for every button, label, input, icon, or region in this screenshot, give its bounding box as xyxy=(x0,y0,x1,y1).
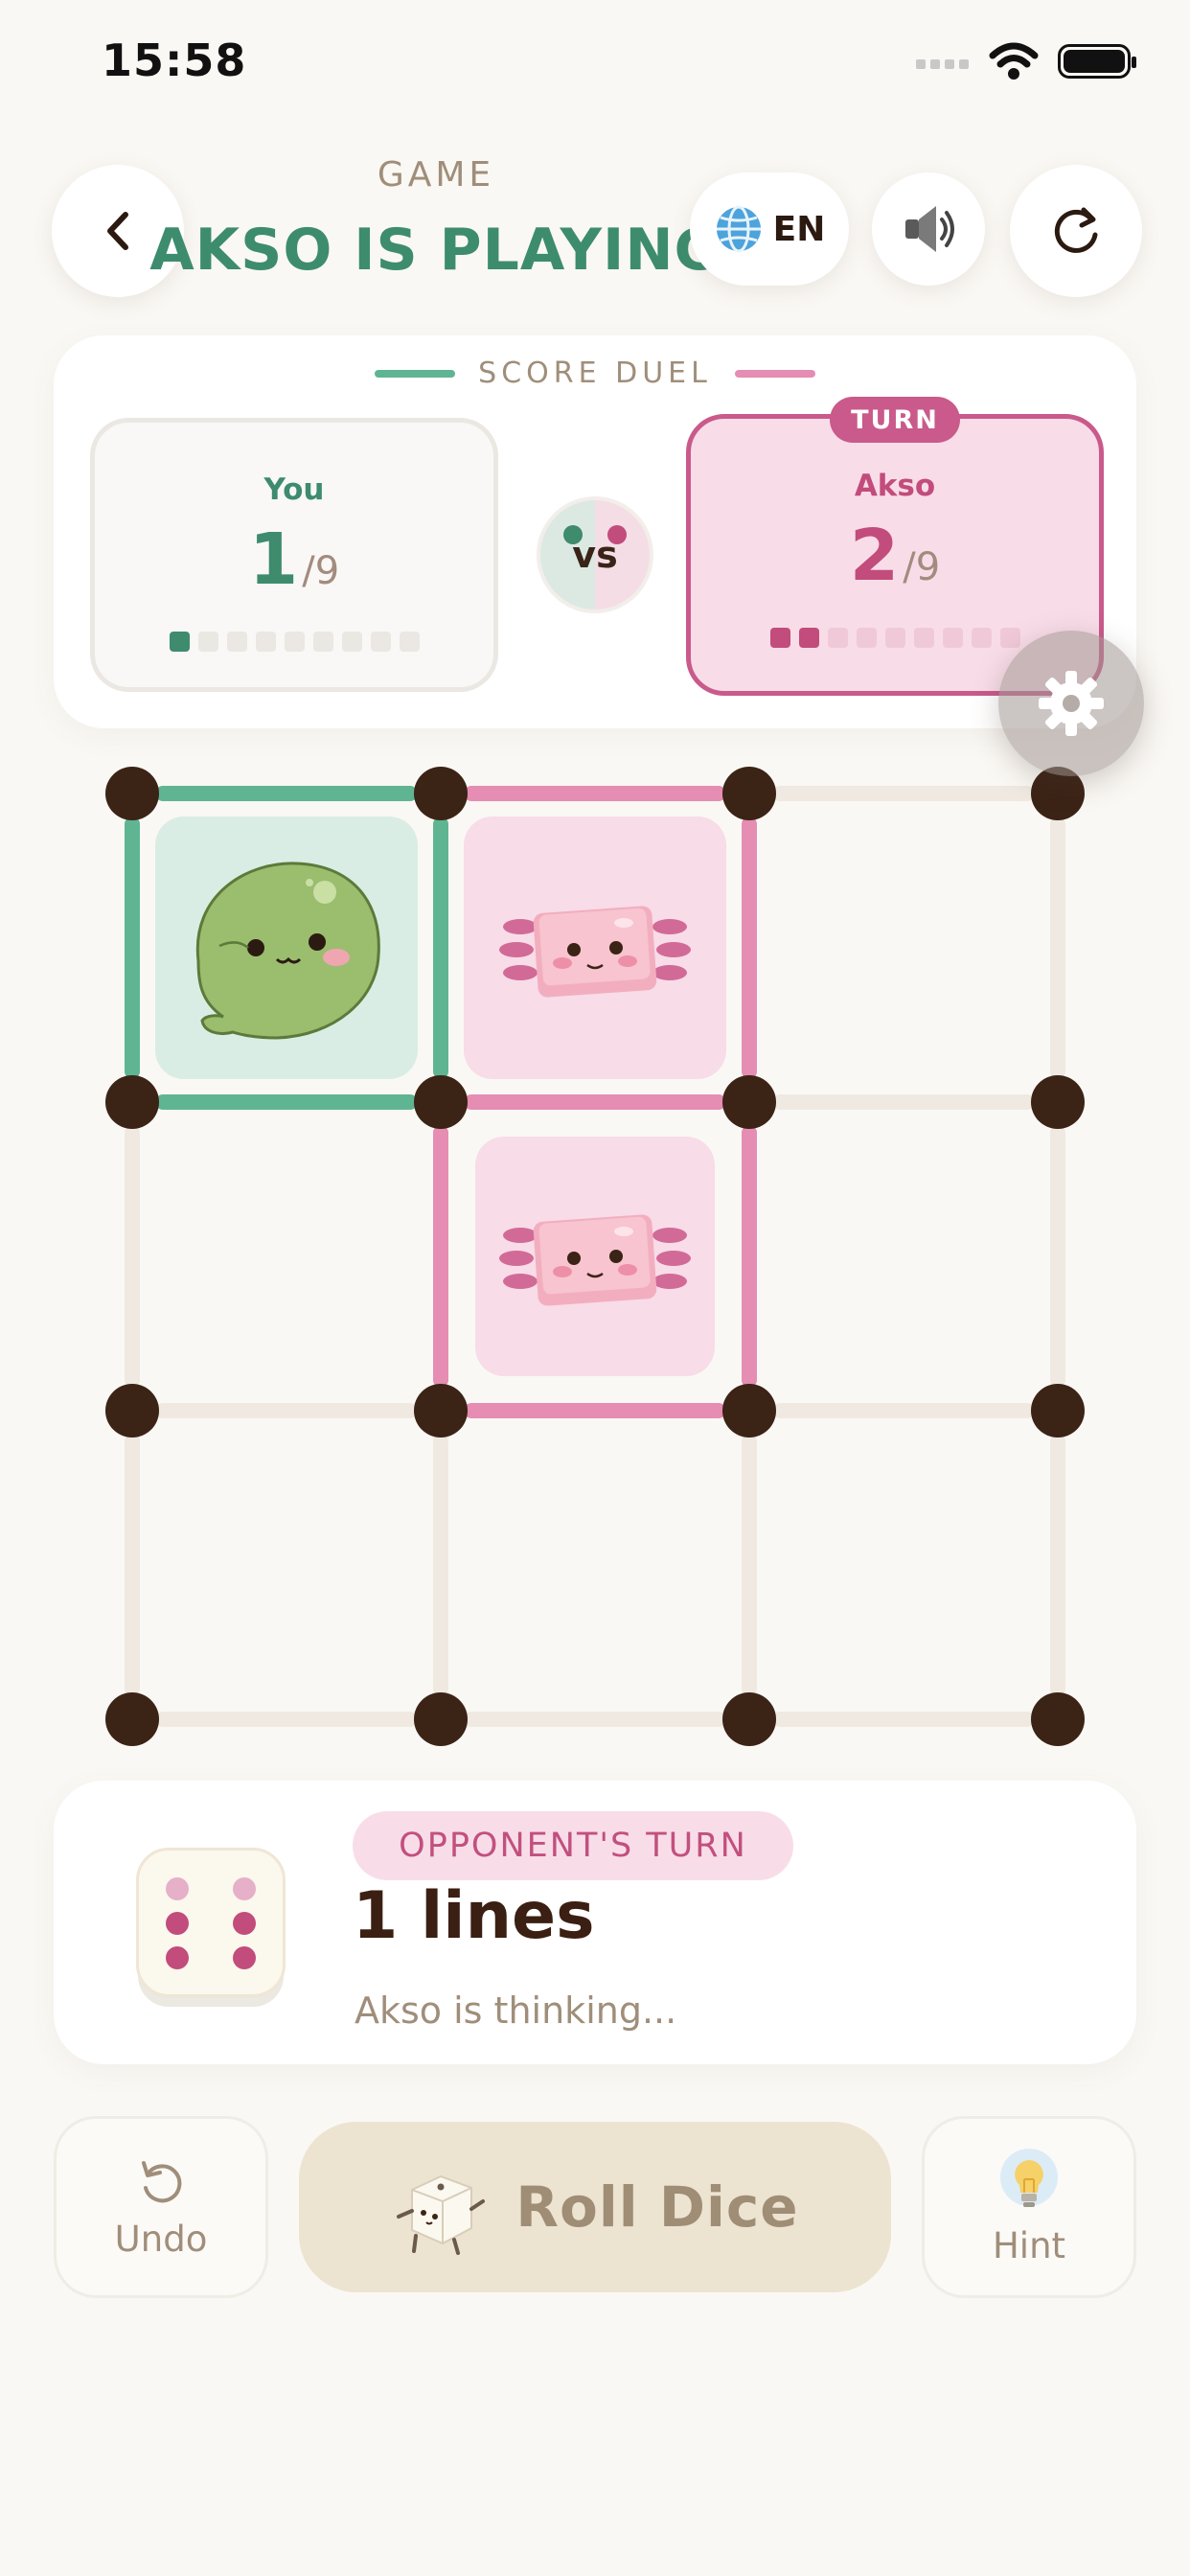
dice-pip xyxy=(166,1946,189,1969)
dice-pip xyxy=(233,1877,256,1900)
score-box xyxy=(197,632,218,652)
board-dot xyxy=(722,1075,776,1129)
dice-face-icon xyxy=(136,1848,286,1997)
language-button[interactable]: EN xyxy=(690,172,849,286)
player-score: 1 /9 xyxy=(249,518,339,601)
speaker-icon xyxy=(905,206,954,252)
hint-button[interactable]: Hint xyxy=(922,2116,1136,2298)
score-box xyxy=(798,628,819,648)
score-duel-text: SCORE DUEL xyxy=(478,356,712,390)
dice-pip xyxy=(233,1912,256,1935)
vs-badge: vs xyxy=(537,496,653,613)
player-name: You xyxy=(263,472,325,507)
score-box xyxy=(971,628,992,648)
score-box xyxy=(769,628,790,648)
roll-dice-label: Roll Dice xyxy=(515,2174,799,2240)
restart-button[interactable] xyxy=(1010,165,1142,297)
language-label: EN xyxy=(772,209,826,249)
duel-line-left xyxy=(375,369,456,378)
board-dot xyxy=(105,1075,159,1129)
board-dot xyxy=(105,1384,159,1438)
globe-icon xyxy=(716,205,761,253)
player-card-you: You 1 /9 xyxy=(90,418,498,692)
score-total: /9 xyxy=(903,545,941,589)
settings-button[interactable] xyxy=(998,631,1144,776)
roll-dice-button[interactable]: Roll Dice xyxy=(299,2122,891,2292)
board-dot xyxy=(414,767,468,820)
board-dot xyxy=(414,1075,468,1129)
refresh-icon xyxy=(1054,207,1098,253)
board-dot xyxy=(1031,1075,1085,1129)
green-blob-icon xyxy=(195,862,380,1040)
score-box xyxy=(399,632,420,652)
board-dot xyxy=(1031,1692,1085,1746)
score-box xyxy=(999,628,1020,648)
score-box xyxy=(370,632,391,652)
opponent-turn-badge: OPPONENT'S TURN xyxy=(353,1811,793,1880)
duel-line-right xyxy=(734,369,815,378)
undo-button[interactable]: Undo xyxy=(54,2116,268,2298)
board-dot xyxy=(722,1384,776,1438)
score-progress xyxy=(769,628,1020,648)
score-value: 1 xyxy=(248,518,299,601)
turn-badge: TURN xyxy=(830,397,960,443)
page-title: AKSO IS PLAYING xyxy=(149,217,722,284)
score-total: /9 xyxy=(302,549,340,593)
score-box xyxy=(284,632,305,652)
score-box xyxy=(913,628,934,648)
gear-icon xyxy=(1039,671,1104,736)
score-box xyxy=(856,628,877,648)
score-box xyxy=(312,632,333,652)
hint-label: Hint xyxy=(992,2224,1066,2266)
score-box xyxy=(341,632,362,652)
wifi-icon xyxy=(989,42,1039,80)
score-box xyxy=(827,628,848,648)
chevron-left-icon xyxy=(107,212,128,250)
score-box xyxy=(226,632,247,652)
board-dot xyxy=(1031,1384,1085,1438)
board-dot xyxy=(722,767,776,820)
status-icons xyxy=(916,42,1136,80)
undo-icon xyxy=(142,2160,182,2202)
score-box xyxy=(169,632,190,652)
undo-label: Undo xyxy=(114,2218,208,2260)
game-board[interactable] xyxy=(96,757,1094,1754)
player-name: Akso xyxy=(854,469,936,503)
header-subtitle: GAME xyxy=(377,155,495,195)
cellular-signal-icon xyxy=(916,59,969,69)
battery-icon xyxy=(1058,44,1136,79)
dice-pip xyxy=(233,1946,256,1969)
score-value: 2 xyxy=(849,515,900,597)
score-progress xyxy=(169,632,420,652)
score-box xyxy=(884,628,905,648)
score-box xyxy=(942,628,963,648)
player-score: 2 /9 xyxy=(850,515,940,597)
vs-dot-you xyxy=(563,525,583,544)
dice-mascot-icon xyxy=(397,2174,486,2255)
lightbulb-icon xyxy=(1000,2148,1058,2207)
status-message: Akso is thinking... xyxy=(355,1990,677,2032)
score-box xyxy=(255,632,276,652)
lines-count: 1 lines xyxy=(353,1878,595,1954)
status-time: 15:58 xyxy=(102,34,247,86)
board-dot xyxy=(414,1384,468,1438)
dice-pip xyxy=(166,1912,189,1935)
board-dot xyxy=(722,1692,776,1746)
board-dot xyxy=(105,1692,159,1746)
board-dot xyxy=(414,1692,468,1746)
score-duel-label: SCORE DUEL xyxy=(0,356,1190,390)
board-dot xyxy=(105,767,159,820)
sound-button[interactable] xyxy=(872,172,985,286)
dice-pip xyxy=(166,1877,189,1900)
vs-dot-akso xyxy=(607,525,627,544)
